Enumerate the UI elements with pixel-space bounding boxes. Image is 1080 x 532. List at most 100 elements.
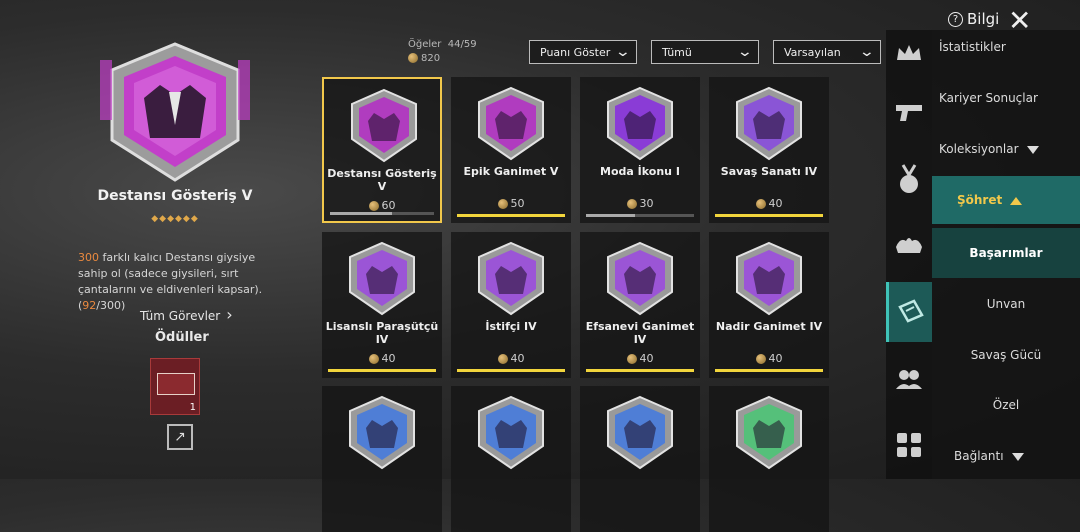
info-button[interactable]: ? Bilgi <box>948 10 999 28</box>
all-tasks-link[interactable]: Tüm Görevler › <box>140 305 233 324</box>
menu-connection[interactable]: Bağlantı <box>932 449 1080 463</box>
points-total: 820 <box>421 53 441 64</box>
chevron-down-icon: ⌄ <box>736 44 754 60</box>
info-label: Bilgi <box>967 10 1000 28</box>
selected-achievement-title: Destansı Gösteriş V <box>97 188 253 204</box>
achievement-name: Efsanevi Ganimet IV <box>585 320 695 346</box>
achievement-badge-icon <box>351 88 417 163</box>
achievement-progress-bar <box>457 369 565 372</box>
items-count: 44/59 <box>447 39 477 50</box>
achievement-badge-icon <box>736 241 802 316</box>
menu-collections-label: Koleksiyonlar <box>939 142 1019 156</box>
achievement-badge-icon <box>607 86 673 161</box>
achievement-card[interactable] <box>580 386 700 532</box>
grid-icon[interactable] <box>886 422 932 468</box>
chevron-down-icon: ⌄ <box>614 44 632 60</box>
achievement-points-value: 50 <box>510 197 525 210</box>
collection-stats: Öğeler 44/59 820 <box>408 38 477 66</box>
achievement-progress-bar <box>586 369 694 372</box>
reward-item[interactable]: 1 <box>150 358 200 415</box>
achievement-badge-icon <box>478 241 544 316</box>
achievement-card[interactable]: Epik Ganimet V 50 <box>451 77 571 223</box>
points-coin-icon <box>626 199 637 209</box>
achievement-name: Epik Ganimet V <box>463 165 559 178</box>
share-icon[interactable]: ↗ <box>167 424 193 450</box>
menu-title[interactable]: Unvan <box>932 297 1080 311</box>
achievement-progress-fill <box>330 212 393 215</box>
friends-icon[interactable] <box>886 356 932 402</box>
reward-count: 1 <box>189 402 196 413</box>
menu-connection-label: Bağlantı <box>954 449 1004 463</box>
question-icon: ? <box>948 11 963 27</box>
menu-statistics[interactable]: İstatistikler <box>932 40 1080 54</box>
achievement-badge-icon <box>478 395 544 470</box>
achievement-name: Destansı Gösteriş V <box>327 167 437 193</box>
triangle-down-icon <box>1011 452 1024 461</box>
achievement-points: 40 <box>580 352 700 365</box>
achievement-points-value: 60 <box>381 199 396 212</box>
points-coin-icon <box>497 199 508 209</box>
achievement-badge-icon <box>736 86 802 161</box>
items-label: Öğeler <box>408 39 442 50</box>
achievement-points: 40 <box>709 352 829 365</box>
medal-icon[interactable] <box>886 156 932 202</box>
progress-current: 92 <box>82 299 97 312</box>
achievement-card[interactable]: Lisanslı Paraşütçü IV 40 <box>322 232 442 378</box>
points-coin-icon <box>626 354 637 364</box>
achievement-progress-fill <box>457 369 565 372</box>
achievement-progress-fill <box>586 214 635 217</box>
fame-category-icon[interactable] <box>886 282 932 342</box>
filter-all-dropdown[interactable]: Tümü ⌄ <box>651 40 759 64</box>
menu-achievements[interactable]: Başarımlar <box>932 228 1080 278</box>
achievement-progress-bar <box>328 369 436 372</box>
achievement-progress-fill <box>715 214 823 217</box>
achievement-points: 40 <box>322 352 442 365</box>
menu-collections[interactable]: Koleksiyonlar <box>932 142 1080 156</box>
desc-count: 300 <box>78 251 99 264</box>
reward-item-icon <box>157 373 195 395</box>
menu-combat-power[interactable]: Savaş Gücü <box>932 348 1080 362</box>
menu-career[interactable]: Kariyer Sonuçlar <box>932 91 1080 105</box>
achievement-name: Nadir Ganimet IV <box>715 320 823 333</box>
show-points-dropdown[interactable]: Puanı Göster ⌄ <box>529 40 637 64</box>
achievement-card[interactable]: Efsanevi Ganimet IV 40 <box>580 232 700 378</box>
achievement-card[interactable]: Savaş Sanatı IV 40 <box>709 77 829 223</box>
muscle-icon[interactable] <box>886 222 932 268</box>
show-points-label: Puanı Göster <box>540 45 611 59</box>
all-tasks-label: Tüm Görevler <box>140 309 221 323</box>
achievement-badge-icon <box>478 86 544 161</box>
selected-achievement-badge-icon <box>100 42 250 182</box>
points-coin-icon <box>497 354 508 364</box>
achievement-points-value: 40 <box>768 197 783 210</box>
rewards-title: Ödüller <box>155 330 209 345</box>
achievement-name: İstifçi IV <box>485 320 537 333</box>
achievement-card[interactable]: İstifçi IV 40 <box>451 232 571 378</box>
achievement-name: Lisanslı Paraşütçü IV <box>325 320 439 346</box>
achievement-name: Savaş Sanatı IV <box>720 165 818 178</box>
achievement-card[interactable]: Destansı Gösteriş V 60 <box>322 77 442 223</box>
points-coin-icon <box>408 53 418 63</box>
achievement-points: 60 <box>324 199 440 212</box>
achievement-points-value: 40 <box>768 352 783 365</box>
achievement-points: 50 <box>451 197 571 210</box>
points-coin-icon <box>755 199 766 209</box>
achievement-card[interactable] <box>322 386 442 532</box>
triangle-down-icon <box>1026 145 1039 154</box>
achievement-card[interactable] <box>451 386 571 532</box>
achievement-progress-bar <box>457 214 565 217</box>
achievement-points-value: 40 <box>510 352 525 365</box>
achievement-card[interactable] <box>709 386 829 532</box>
achievement-progress-fill <box>328 369 436 372</box>
achievement-points: 40 <box>451 352 571 365</box>
gun-icon[interactable] <box>886 90 932 136</box>
achievement-progress-fill <box>586 369 694 372</box>
menu-fame[interactable]: Şöhret <box>932 176 1080 224</box>
achievement-points-value: 40 <box>381 352 396 365</box>
achievement-card[interactable]: Moda İkonu I 30 <box>580 77 700 223</box>
sort-default-dropdown[interactable]: Varsayılan ⌄ <box>773 40 881 64</box>
chevron-right-icon: › <box>226 305 233 324</box>
achievement-points: 30 <box>580 197 700 210</box>
crown-icon[interactable] <box>886 30 932 76</box>
menu-special[interactable]: Özel <box>932 398 1080 412</box>
achievement-card[interactable]: Nadir Ganimet IV 40 <box>709 232 829 378</box>
